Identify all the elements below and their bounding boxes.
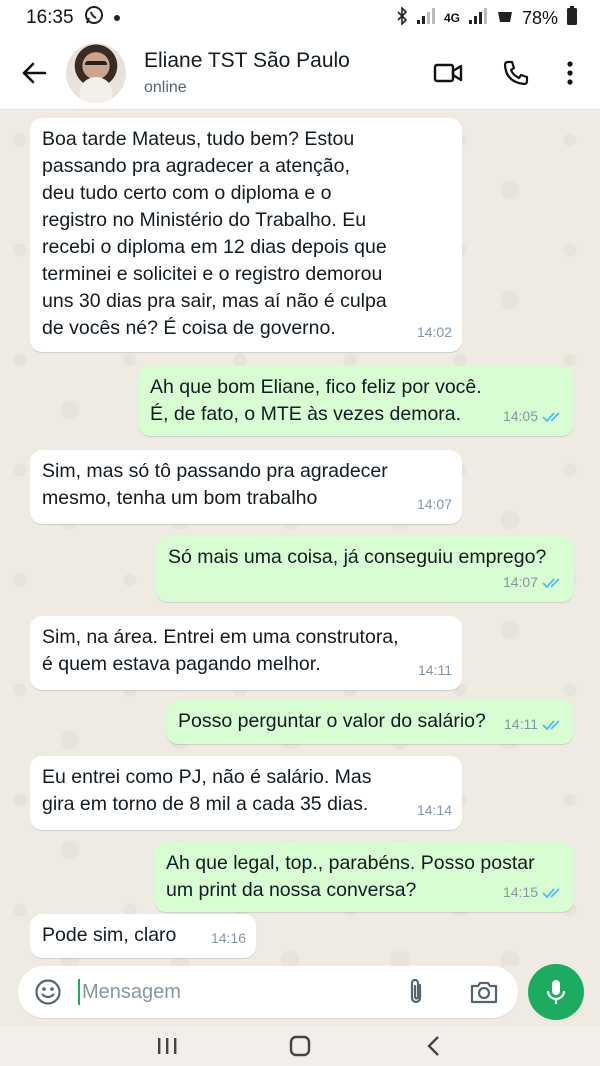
contact-status: online (144, 78, 187, 96)
read-ticks-icon (542, 887, 560, 898)
recent-apps-button[interactable] (142, 1026, 192, 1066)
video-call-button[interactable] (414, 43, 482, 103)
message-outgoing[interactable]: Só mais uma coisa, já conseguiu emprego?… (156, 536, 574, 602)
system-navigation-bar (0, 1026, 600, 1066)
message-input-container[interactable]: Mensagem (18, 966, 518, 1018)
contact-info[interactable]: Eliane TST São Paulo online (144, 49, 350, 97)
camera-icon (470, 981, 498, 1004)
camera-button[interactable] (450, 966, 518, 1018)
message-text: Ah que bom Eliane, fico feliz por você. … (150, 376, 482, 425)
voice-message-button[interactable] (528, 964, 584, 1020)
read-ticks-icon (542, 411, 560, 422)
message-outgoing[interactable]: Ah que legal, top., parabéns. Posso post… (154, 842, 574, 912)
bluetooth-icon (396, 5, 408, 30)
battery-icon (566, 5, 578, 31)
emoji-icon (35, 979, 61, 1005)
message-incoming[interactable]: Pode sim, claro 14:16 (30, 914, 256, 958)
chat-header: Eliane TST São Paulo online (0, 36, 600, 110)
message-incoming[interactable]: Boa tarde Mateus, tudo bem? Estou passan… (30, 118, 462, 352)
message-outgoing[interactable]: Posso perguntar o valor do salário? 14:1… (166, 700, 574, 744)
network-type: 4G (443, 11, 460, 25)
message-time: 14:16 (210, 930, 246, 946)
message-text: Eu entrei como PJ, não é salário. Mas gi… (42, 766, 372, 815)
phone-icon (503, 60, 529, 85)
whatsapp-notification-icon (84, 5, 104, 31)
message-text: Sim, mas só tô passando pra agradecer me… (42, 460, 388, 509)
voice-call-button[interactable] (482, 43, 550, 103)
message-time: 14:15 (502, 884, 538, 900)
notification-dot-icon (113, 15, 120, 21)
avatar[interactable] (66, 42, 126, 103)
back-button[interactable] (4, 36, 64, 110)
message-incoming[interactable]: Sim, na área. Entrei em uma construtora,… (30, 616, 462, 690)
battery-level: 78% (521, 7, 558, 28)
message-text: Sim, na área. Entrei em uma construtora,… (42, 626, 399, 675)
home-icon (289, 1035, 311, 1057)
message-text: Boa tarde Mateus, tudo bem? Estou passan… (42, 128, 387, 339)
message-input[interactable]: Mensagem (82, 981, 181, 1004)
chevron-left-icon (427, 1036, 440, 1056)
attach-button[interactable] (382, 966, 450, 1018)
nav-back-button[interactable] (408, 1026, 458, 1066)
video-camera-icon (433, 63, 463, 82)
read-ticks-icon (542, 719, 560, 730)
message-text: Só mais uma coisa, já conseguiu emprego? (168, 546, 547, 568)
contact-name: Eliane TST São Paulo (144, 48, 350, 72)
signal-icon-2 (468, 7, 488, 30)
message-time: 14:07 (502, 574, 538, 590)
microphone-icon (546, 980, 566, 1004)
message-time: 14:02 (416, 324, 452, 340)
read-ticks-icon (542, 577, 560, 588)
message-time: 14:11 (504, 716, 538, 732)
home-button[interactable] (275, 1026, 325, 1066)
text-cursor (78, 979, 80, 1005)
paperclip-icon (410, 978, 422, 1004)
status-bar: 16:35 4G 78% (0, 0, 600, 36)
message-time: 14:05 (502, 408, 538, 424)
emoji-button[interactable] (18, 966, 78, 1018)
message-incoming[interactable]: Eu entrei como PJ, não é salário. Mas gi… (30, 756, 462, 830)
arrow-left-icon (22, 62, 47, 83)
more-vertical-icon (567, 60, 573, 85)
status-time: 16:35 (26, 7, 74, 28)
message-time: 14:14 (416, 802, 452, 818)
message-outgoing[interactable]: Ah que bom Eliane, fico feliz por você. … (138, 366, 574, 436)
signal-icon (416, 7, 436, 30)
message-time: 14:07 (416, 496, 452, 512)
data-saver-icon (496, 8, 514, 29)
message-time: 14:11 (418, 662, 452, 678)
message-incoming[interactable]: Sim, mas só tô passando pra agradecer me… (30, 450, 462, 524)
more-options-button[interactable] (550, 43, 590, 103)
compose-bar: Mensagem (0, 966, 600, 1026)
recent-apps-icon (157, 1038, 177, 1054)
chat-area[interactable]: Boa tarde Mateus, tudo bem? Estou passan… (0, 110, 600, 966)
